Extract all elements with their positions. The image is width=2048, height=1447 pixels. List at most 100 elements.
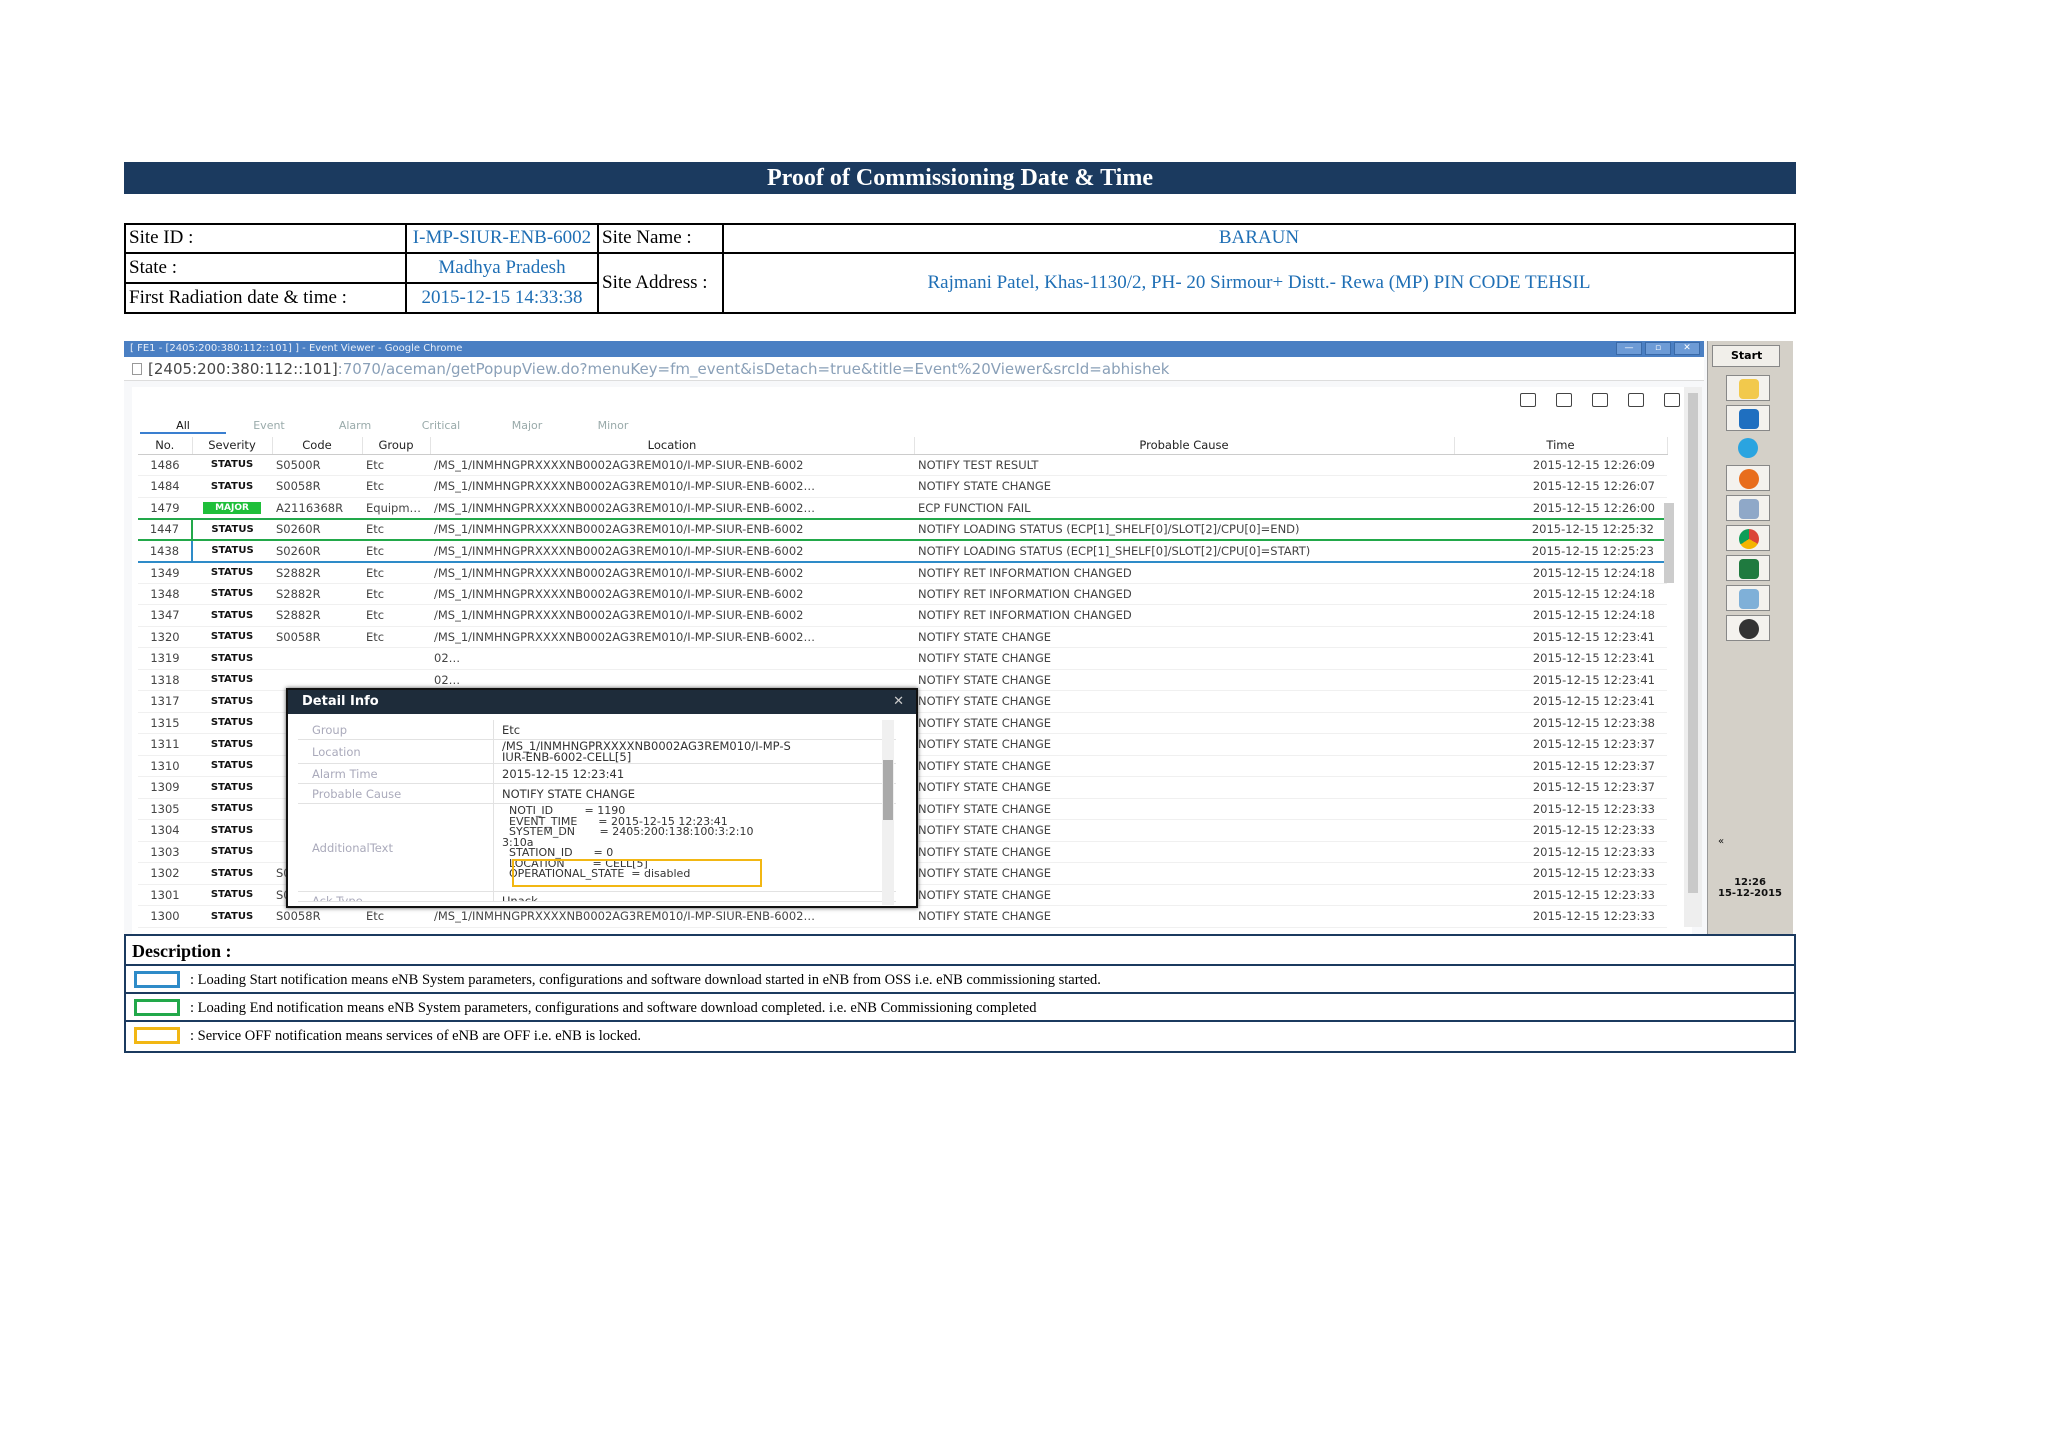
outlook-icon[interactable]: [1726, 405, 1770, 431]
tab-event[interactable]: Event: [226, 419, 312, 434]
col-location[interactable]: Location: [430, 437, 915, 455]
row-severity: STATUS: [191, 517, 272, 541]
row-time: 2015-12-15 12:23:37: [1454, 733, 1667, 756]
row-no: 1319: [138, 647, 192, 670]
play-icon[interactable]: [1592, 393, 1608, 407]
clear-icon[interactable]: [1556, 393, 1572, 407]
folder-icon[interactable]: [1726, 375, 1770, 401]
row-time: 2015-12-15 12:24:18: [1454, 604, 1667, 627]
col-group[interactable]: Group: [362, 437, 431, 455]
table-row[interactable]: 1320 STATUS S0058R Etc/MS_1/INMHNGPRXXXXNB0…: [138, 626, 1667, 648]
col-code[interactable]: Code: [272, 437, 363, 455]
maximize-icon[interactable]: ▫: [1645, 342, 1671, 355]
row-time: 2015-12-15 12:23:37: [1454, 755, 1667, 777]
row-severity: STATUS: [192, 690, 272, 713]
col-severity[interactable]: Severity: [192, 437, 273, 455]
row-group: Etc: [362, 583, 430, 605]
col-time[interactable]: Time: [1454, 437, 1668, 455]
popup-title: Detail Info: [302, 694, 379, 709]
popup-scrollbar[interactable]: [882, 720, 894, 905]
row-code: S0058R: [272, 626, 362, 648]
row-cause: NOTIFY STATE CHANGE: [914, 798, 1454, 820]
popup-body: Group Etc Location /MS_1/INMHNGPRXXXXNB0…: [298, 720, 896, 905]
service-off-text: : Service OFF notification means service…: [190, 1028, 642, 1044]
row-time: 2015-12-15 12:25:23: [1454, 539, 1668, 563]
state-label: State :: [124, 251, 407, 285]
tab-all[interactable]: All: [140, 419, 226, 434]
minimize-icon[interactable]: —: [1616, 342, 1642, 355]
row-no: 1347: [138, 604, 192, 627]
service-off-highlight: [512, 859, 762, 887]
row-cause: NOTIFY STATE CHANGE: [914, 475, 1454, 498]
row-cause: NOTIFY LOADING STATUS (ECP[1]_SHELF[0]/S…: [914, 517, 1454, 541]
ie-icon[interactable]: [1726, 435, 1770, 461]
table-row[interactable]: 1347 STATUS S2882R Etc/MS_1/INMHNGPRXXXXNB0…: [138, 604, 1667, 627]
row-no: 1303: [138, 841, 192, 863]
table-row[interactable]: 1447 STATUS S0260R Etc/MS_1/INMHNGPRXXXXNB0…: [138, 517, 1668, 541]
row-severity: STATUS: [192, 776, 272, 799]
row-group: Etc: [362, 454, 430, 476]
collapse-tray-icon[interactable]: «: [1712, 836, 1788, 847]
table-row[interactable]: 1300 STATUS S0058R Etc/MS_1/INMHNGPRXXXXNB0…: [138, 905, 1667, 928]
start-button[interactable]: Start: [1712, 345, 1780, 367]
close-icon[interactable]: ✕: [893, 690, 904, 714]
description-item: : Service OFF notification means service…: [126, 1022, 1794, 1050]
row-location: /MS_1/INMHNGPRXXXXNB0002AG3REM010/I-MP-S…: [430, 604, 914, 627]
row-time: 2015-12-15 12:23:33: [1454, 798, 1667, 820]
firefox-icon[interactable]: [1726, 465, 1770, 491]
chrome-icon[interactable]: [1726, 525, 1770, 551]
row-cause: NOTIFY STATE CHANGE: [914, 669, 1454, 691]
row-location: /MS_1/INMHNGPRXXXXNB0002AG3REM010/I-MP-S…: [430, 539, 914, 563]
table-row[interactable]: 1486 STATUS S0500R Etc/MS_1/INMHNGPRXXXXNB0…: [138, 454, 1667, 476]
window-scrollbar[interactable]: [1684, 387, 1702, 927]
table-row[interactable]: 1348 STATUS S2882R Etc/MS_1/INMHNGPRXXXXNB0…: [138, 583, 1667, 605]
filter-icon[interactable]: [1520, 393, 1536, 407]
table-row[interactable]: 1349 STATUS S2882R Etc/MS_1/INMHNGPRXXXXNB0…: [138, 561, 1667, 584]
tab-critical[interactable]: Critical: [398, 419, 484, 434]
loading-start-text: : Loading Start notification means eNB S…: [190, 972, 1101, 988]
row-severity: STATUS: [192, 712, 272, 734]
row-code: [272, 647, 362, 670]
row-no: 1317: [138, 690, 192, 713]
row-time: 2015-12-15 12:25:32: [1454, 517, 1668, 541]
row-severity: STATUS: [192, 669, 272, 691]
row-no: 1302: [138, 862, 192, 885]
row-code: A2116368R: [272, 497, 362, 519]
close-icon[interactable]: ✕: [1674, 342, 1700, 355]
severity-tabs: All Event Alarm Critical Major Minor: [140, 419, 656, 434]
address-bar[interactable]: [2405:200:380:112::101]:7070/aceman/getP…: [124, 357, 1704, 381]
save-icon[interactable]: [1628, 393, 1644, 407]
export-icon[interactable]: [1664, 393, 1680, 407]
excel-icon[interactable]: [1726, 555, 1770, 581]
wireless-icon[interactable]: [1726, 615, 1770, 641]
row-cause: NOTIFY STATE CHANGE: [914, 776, 1454, 799]
row-cause: NOTIFY RET INFORMATION CHANGED: [914, 583, 1454, 605]
table-row[interactable]: 1479 MAJOR A2116368R Equipm…/MS_1/INMHNGPRX…: [138, 497, 1667, 519]
row-severity: STATUS: [192, 733, 272, 756]
table-row[interactable]: 1484 STATUS S0058R Etc/MS_1/INMHNGPRXXXXNB0…: [138, 475, 1667, 498]
tab-major[interactable]: Major: [484, 419, 570, 434]
table-row[interactable]: 1438 STATUS S0260R Etc/MS_1/INMHNGPRXXXXNB0…: [138, 539, 1668, 563]
location-value: /MS_1/INMHNGPRXXXXNB0002AG3REM010/I-MP-S…: [502, 739, 791, 764]
row-code: S0260R: [272, 539, 362, 563]
row-no: 1348: [138, 583, 192, 605]
row-code: S2882R: [272, 604, 362, 627]
col-no[interactable]: No.: [138, 437, 193, 455]
table-row[interactable]: 1319 STATUS 02… NOTIFY STATE CHANGE 2015-12-…: [138, 647, 1667, 670]
tab-minor[interactable]: Minor: [570, 419, 656, 434]
row-no: 1305: [138, 798, 192, 820]
row-code: S0058R: [272, 475, 362, 498]
explorer-icon[interactable]: [1726, 495, 1770, 521]
site-id-value: I-MP-SIUR-ENB-6002: [405, 223, 599, 254]
table-scrollbar[interactable]: [1664, 503, 1674, 583]
row-cause: NOTIFY STATE CHANGE: [914, 712, 1454, 734]
row-time: 2015-12-15 12:23:41: [1454, 647, 1667, 670]
row-no: 1318: [138, 669, 192, 691]
alarm-time-value: 2015-12-15 12:23:41: [502, 767, 625, 781]
ack-type-label: Ack Type: [298, 892, 494, 901]
eraser-icon[interactable]: [1726, 585, 1770, 611]
description-item: : Loading End notification means eNB Sys…: [126, 994, 1794, 1022]
col-probable-cause[interactable]: Probable Cause: [914, 437, 1455, 455]
row-time: 2015-12-15 12:23:33: [1454, 884, 1667, 906]
tab-alarm[interactable]: Alarm: [312, 419, 398, 434]
